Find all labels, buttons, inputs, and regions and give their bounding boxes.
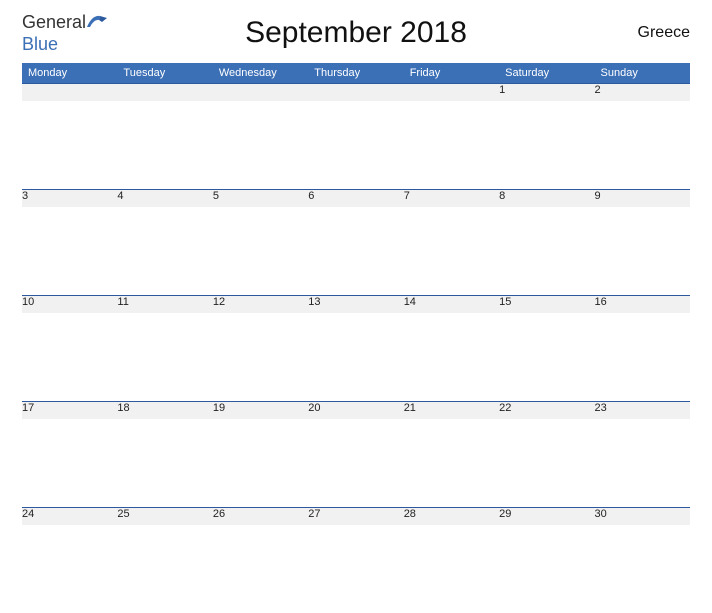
page-title: September 2018 — [142, 16, 570, 50]
day-body-cell — [308, 419, 403, 507]
day-number-cell: 5 — [213, 189, 308, 207]
day-body-cell — [404, 525, 499, 613]
day-body-cell — [22, 525, 117, 613]
day-body-cell — [22, 101, 117, 189]
day-body-cell — [117, 419, 212, 507]
day-number-cell: 12 — [213, 295, 308, 313]
day-body-cell — [404, 101, 499, 189]
day-body-cell — [595, 313, 690, 401]
day-number-cell: 23 — [595, 401, 690, 419]
calendar-body: 1234567891011121314151617181920212223242… — [22, 83, 690, 613]
day-number-cell: 15 — [499, 295, 594, 313]
day-number-cell: 3 — [22, 189, 117, 207]
day-body-cell — [404, 207, 499, 295]
weekday-header: Tuesday — [117, 63, 212, 84]
day-body-cell — [213, 419, 308, 507]
header: GeneralBlue September 2018 Greece — [22, 12, 690, 55]
week-number-row: 3456789 — [22, 189, 690, 207]
day-body-cell — [308, 525, 403, 613]
day-number-cell: 2 — [595, 83, 690, 101]
day-number-cell — [404, 83, 499, 101]
day-number-cell — [308, 83, 403, 101]
day-number-cell: 18 — [117, 401, 212, 419]
day-number-cell: 29 — [499, 507, 594, 525]
logo: GeneralBlue — [22, 12, 142, 55]
calendar-grid: Monday Tuesday Wednesday Thursday Friday… — [22, 63, 690, 613]
weekday-header: Saturday — [499, 63, 594, 84]
day-number-cell: 7 — [404, 189, 499, 207]
day-body-cell — [499, 525, 594, 613]
day-body-cell — [499, 101, 594, 189]
day-number-cell: 9 — [595, 189, 690, 207]
day-body-cell — [22, 207, 117, 295]
day-number-cell: 14 — [404, 295, 499, 313]
week-body-row — [22, 525, 690, 613]
day-number-cell: 26 — [213, 507, 308, 525]
day-body-cell — [308, 313, 403, 401]
day-number-cell: 27 — [308, 507, 403, 525]
week-body-row — [22, 101, 690, 189]
week-body-row — [22, 419, 690, 507]
day-number-cell: 25 — [117, 507, 212, 525]
day-body-cell — [595, 525, 690, 613]
week-body-row — [22, 313, 690, 401]
day-body-cell — [404, 313, 499, 401]
day-body-cell — [499, 419, 594, 507]
week-number-row: 12 — [22, 83, 690, 101]
day-number-cell: 20 — [308, 401, 403, 419]
day-number-cell: 6 — [308, 189, 403, 207]
country-label: Greece — [570, 24, 690, 42]
day-body-cell — [595, 207, 690, 295]
weekday-header-row: Monday Tuesday Wednesday Thursday Friday… — [22, 63, 690, 84]
day-number-cell — [22, 83, 117, 101]
day-number-cell: 13 — [308, 295, 403, 313]
day-number-cell: 17 — [22, 401, 117, 419]
day-number-cell — [213, 83, 308, 101]
day-body-cell — [595, 419, 690, 507]
day-number-cell: 1 — [499, 83, 594, 101]
day-body-cell — [213, 525, 308, 613]
day-body-cell — [117, 525, 212, 613]
day-number-cell: 4 — [117, 189, 212, 207]
day-body-cell — [117, 101, 212, 189]
day-number-cell: 22 — [499, 401, 594, 419]
day-number-cell: 28 — [404, 507, 499, 525]
day-body-cell — [22, 419, 117, 507]
day-number-cell: 16 — [595, 295, 690, 313]
weekday-header: Thursday — [308, 63, 403, 84]
weekday-header: Wednesday — [213, 63, 308, 84]
day-body-cell — [22, 313, 117, 401]
day-body-cell — [404, 419, 499, 507]
logo-text-general: General — [22, 12, 86, 32]
week-number-row: 17181920212223 — [22, 401, 690, 419]
day-number-cell: 8 — [499, 189, 594, 207]
day-number-cell: 24 — [22, 507, 117, 525]
day-body-cell — [308, 101, 403, 189]
day-body-cell — [499, 313, 594, 401]
day-number-cell: 11 — [117, 295, 212, 313]
logo-text-blue: Blue — [22, 34, 58, 54]
week-number-row: 24252627282930 — [22, 507, 690, 525]
day-body-cell — [117, 207, 212, 295]
day-body-cell — [213, 313, 308, 401]
week-number-row: 10111213141516 — [22, 295, 690, 313]
day-body-cell — [117, 313, 212, 401]
week-body-row — [22, 207, 690, 295]
day-number-cell — [117, 83, 212, 101]
day-body-cell — [213, 101, 308, 189]
weekday-header: Friday — [404, 63, 499, 84]
day-body-cell — [595, 101, 690, 189]
globe-swoosh-icon — [86, 13, 108, 34]
day-body-cell — [213, 207, 308, 295]
day-body-cell — [308, 207, 403, 295]
day-number-cell: 10 — [22, 295, 117, 313]
weekday-header: Monday — [22, 63, 117, 84]
weekday-header: Sunday — [595, 63, 690, 84]
day-number-cell: 19 — [213, 401, 308, 419]
day-number-cell: 30 — [595, 507, 690, 525]
day-number-cell: 21 — [404, 401, 499, 419]
day-body-cell — [499, 207, 594, 295]
